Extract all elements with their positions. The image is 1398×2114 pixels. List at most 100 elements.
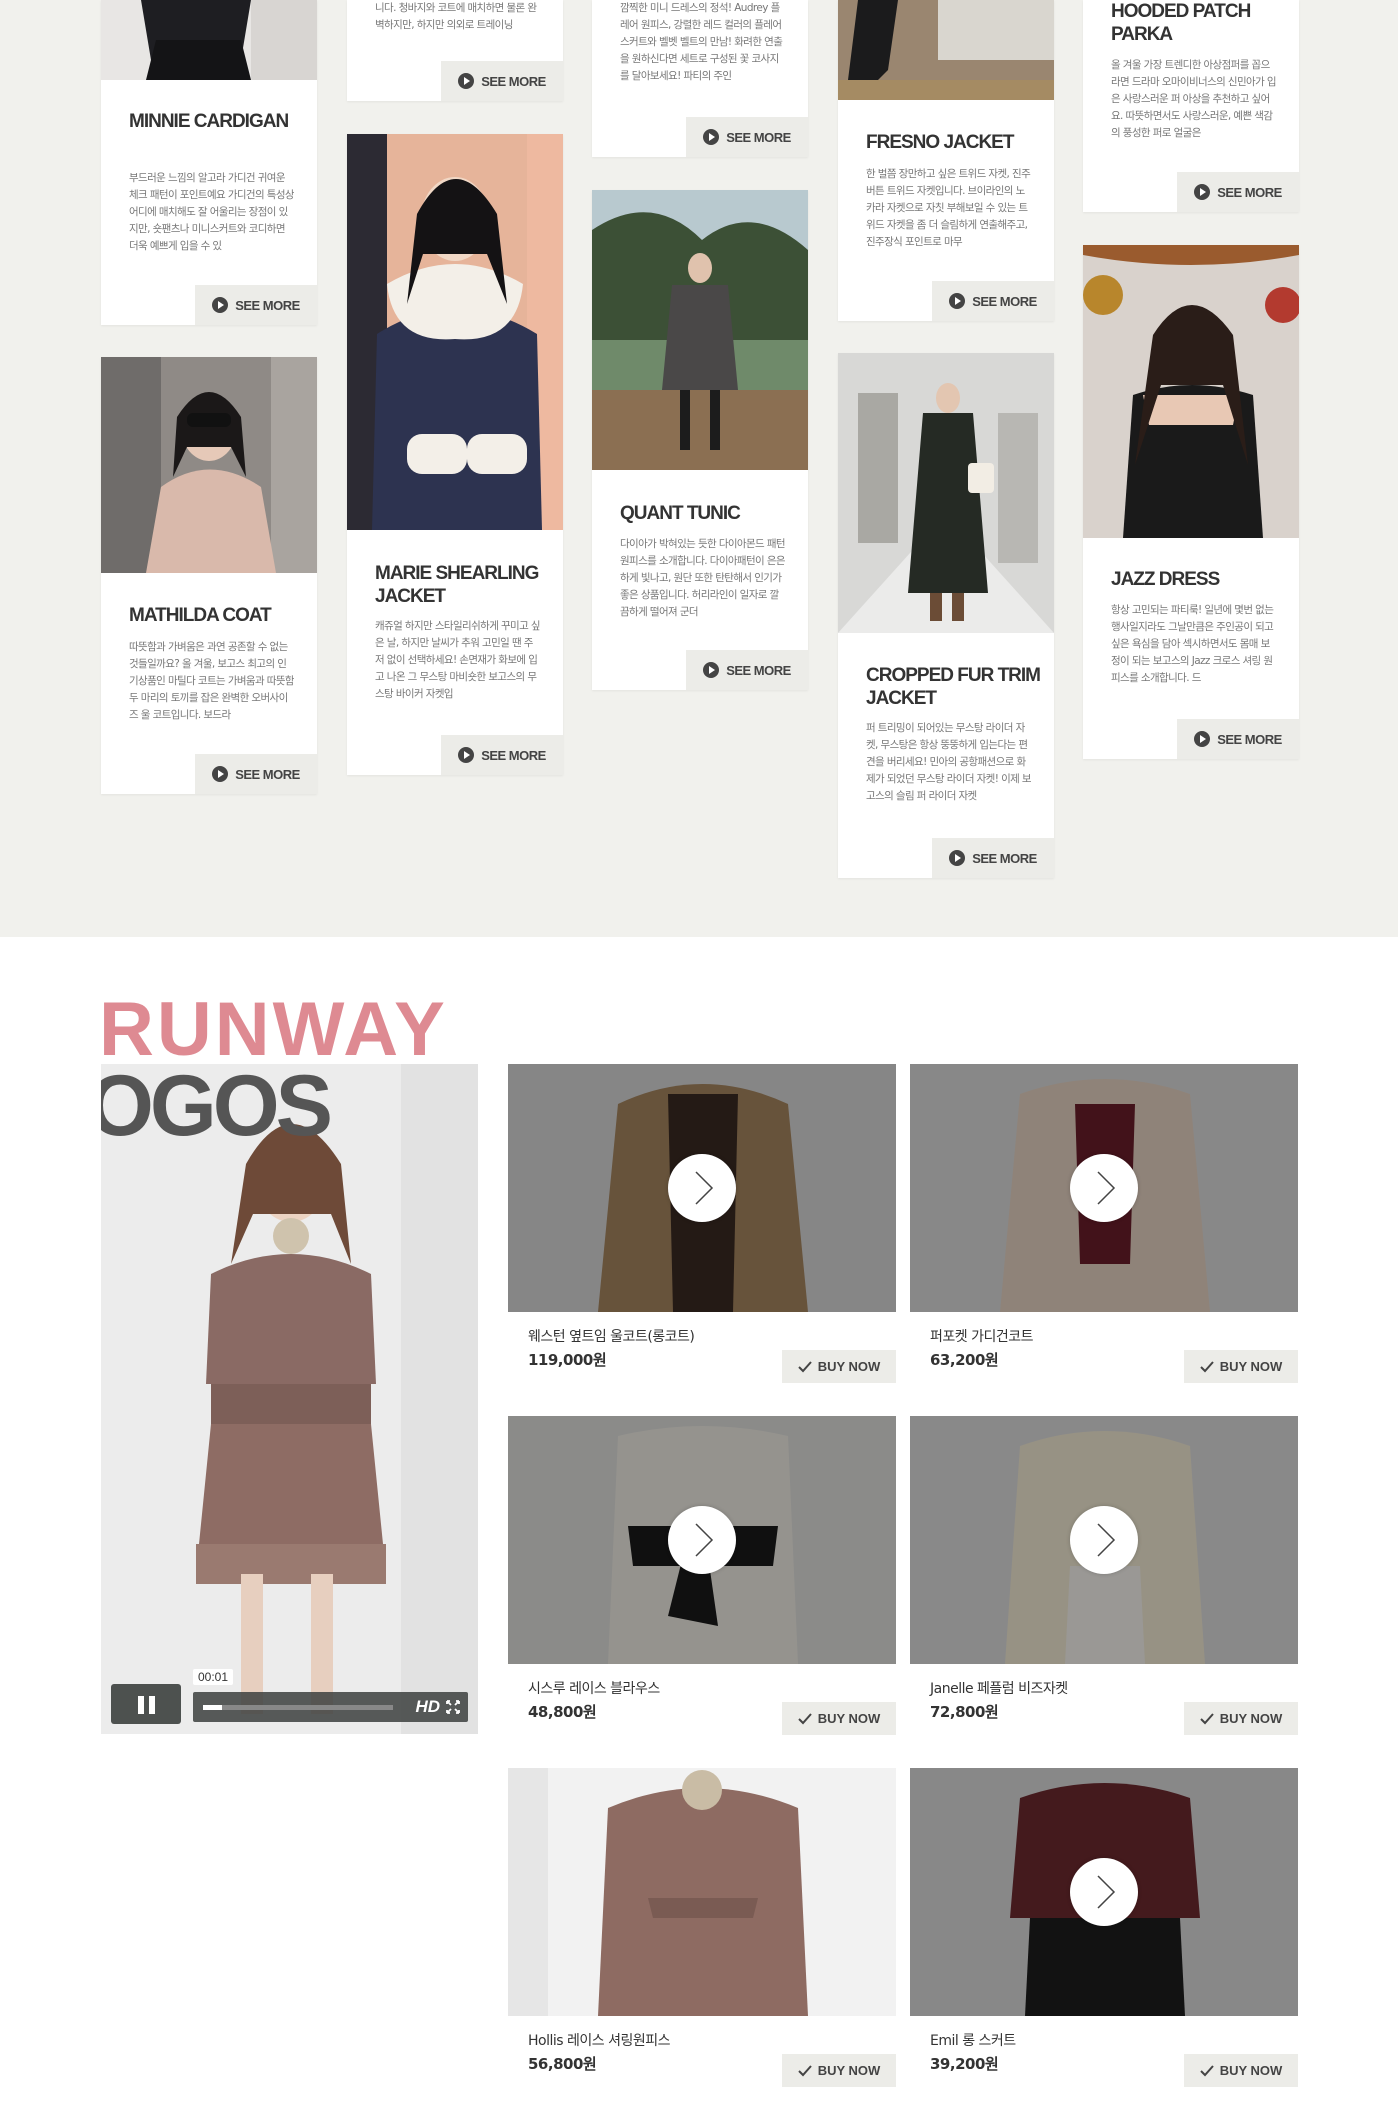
- check-icon: [797, 1712, 812, 1724]
- see-more-button[interactable]: SEE MORE: [195, 285, 317, 325]
- product-name[interactable]: Hollis 레이스 셔링원피스: [528, 2030, 671, 2050]
- chevron-right-icon: [1097, 1875, 1116, 1909]
- video-play-button[interactable]: [1070, 1154, 1138, 1222]
- lookbook-card-title: MATHILDA COAT: [129, 605, 272, 626]
- product-card[interactable]: 시스루 레이스 블라우스 48,800원 BUY NOW: [508, 1416, 896, 1751]
- lookbook-card-title: JAZZ DRESS: [1111, 569, 1220, 590]
- video-controls: 00:01 HD: [111, 1669, 468, 1724]
- chevron-right-icon: [695, 1171, 714, 1205]
- product-image[interactable]: [910, 1064, 1298, 1312]
- pause-button[interactable]: [111, 1684, 181, 1724]
- play-circle-icon: [949, 850, 966, 866]
- runway-title: RUNWAY: [99, 987, 448, 1072]
- lookbook-card-desc: 다이아가 박혀있는 듯한 다이아몬드 패턴 원피스를 소개합니다. 다이아패턴이…: [620, 538, 785, 618]
- see-more-button[interactable]: SEE MORE: [932, 838, 1054, 878]
- seek-progress: [203, 1705, 222, 1710]
- product-name[interactable]: Emil 롱 스커트: [930, 2030, 1016, 2050]
- lookbook-card-quant-tunic: QUANT TUNIC 다이아가 박혀있는 듯한 다이아몬드 패턴 원피스를 소…: [592, 190, 808, 690]
- product-price: 48,800원: [528, 1703, 597, 1721]
- product-price: 72,800원: [930, 1703, 999, 1721]
- lookbook-photo: [592, 190, 808, 470]
- lookbook-card-jazz-dress: JAZZ DRESS 항상 고민되는 파티룩! 일년에 몇번 없는 행사일지라도…: [1083, 245, 1299, 759]
- lookbook-card-desc: 캐쥬얼 하지만 스타일리쉬하게 꾸미고 싶은 날, 하지만 날씨가 추워 고민일…: [375, 620, 540, 700]
- lookbook-photo: [101, 0, 317, 80]
- lookbook-card-audrey: 깜찍한 미니 드레스의 정석! Audrey 플레어 원피스, 강렬한 레드 컬…: [592, 0, 808, 157]
- video-time: 00:01: [193, 1669, 234, 1685]
- video-play-button[interactable]: [668, 1154, 736, 1222]
- lookbook-card-title: HOODED PATCH PARKA: [1111, 1, 1251, 45]
- video-play-button[interactable]: [668, 1506, 736, 1574]
- lookbook-photo: [347, 134, 563, 530]
- lookbook-card-title: MINNIE CARDIGAN: [129, 111, 289, 132]
- product-card[interactable]: 웨스턴 옆트임 울코트(롱코트) 119,000원 BUY NOW: [508, 1064, 896, 1399]
- product-name[interactable]: 시스루 레이스 블라우스: [528, 1678, 660, 1698]
- video-play-button[interactable]: [1070, 1858, 1138, 1926]
- lookbook-photo: [101, 357, 317, 573]
- chevron-right-icon: [1097, 1523, 1116, 1557]
- buy-now-button[interactable]: BUY NOW: [1184, 1350, 1298, 1383]
- lookbook-card-title: FRESNO JACKET: [866, 132, 1014, 153]
- product-price: 119,000원: [528, 1351, 607, 1369]
- lookbook-photo: [838, 0, 1054, 100]
- product-image[interactable]: [910, 1768, 1298, 2016]
- product-card[interactable]: 퍼포켓 가디건코트 63,200원 BUY NOW: [910, 1064, 1298, 1399]
- buy-now-button[interactable]: BUY NOW: [782, 1702, 896, 1735]
- check-icon: [797, 1360, 812, 1372]
- product-card[interactable]: Emil 롱 스커트 39,200원 BUY NOW: [910, 1768, 1298, 2103]
- see-more-button[interactable]: SEE MORE: [686, 650, 808, 690]
- product-card[interactable]: Hollis 레이스 셔링원피스 56,800원 BUY NOW: [508, 1768, 896, 2103]
- check-icon: [1199, 1712, 1214, 1724]
- video-play-button[interactable]: [1070, 1506, 1138, 1574]
- product-card[interactable]: Janelle 페플럼 비즈자켓 72,800원 BUY NOW: [910, 1416, 1298, 1751]
- see-more-button[interactable]: SEE MORE: [1177, 172, 1299, 212]
- buy-now-button[interactable]: BUY NOW: [1184, 1702, 1298, 1735]
- product-image[interactable]: [508, 1064, 896, 1312]
- play-circle-icon: [949, 293, 966, 309]
- see-more-button[interactable]: SEE MORE: [441, 61, 563, 101]
- buy-now-button[interactable]: BUY NOW: [1184, 2054, 1298, 2087]
- lookbook-card-desc: 올 겨울 가장 트렌디한 아상점퍼를 꼽으라면 드라마 오마이비너스의 신민아가…: [1111, 59, 1276, 139]
- lookbook-card-desc: 깜찍한 미니 드레스의 정석! Audrey 플레어 원피스, 강렬한 레드 컬…: [620, 2, 783, 82]
- product-price: 63,200원: [930, 1351, 999, 1369]
- product-price: 56,800원: [528, 2055, 597, 2073]
- product-image[interactable]: [910, 1416, 1298, 1664]
- check-icon: [1199, 1360, 1214, 1372]
- chevron-right-icon: [695, 1523, 714, 1557]
- product-name[interactable]: 웨스턴 옆트임 울코트(롱코트): [528, 1326, 695, 1346]
- lookbook-card-partial-top: 니다. 청바지와 코트에 매치하면 물론 완벽하지만, 하지만 의외로 트레이닝…: [347, 0, 563, 101]
- lookbook-card-desc: 퍼 트리밍이 되어있는 무스탕 라이더 자켓, 무스탕은 항상 뚱뚱하게 입는다…: [866, 722, 1031, 802]
- lookbook-card-title: QUANT TUNIC: [620, 503, 741, 524]
- video-seekbar[interactable]: HD: [193, 1692, 468, 1722]
- see-more-button[interactable]: SEE MORE: [441, 735, 563, 775]
- lookbook-card-desc: 항상 고민되는 파티룩! 일년에 몇번 없는 행사일지라도 그날만큼은 주인공이…: [1111, 604, 1274, 684]
- product-image[interactable]: [508, 1768, 896, 2016]
- see-more-button[interactable]: SEE MORE: [686, 117, 808, 157]
- see-more-button[interactable]: SEE MORE: [932, 281, 1054, 321]
- lookbook-card-desc: 부드러운 느낌의 알고라 가디건 귀여운 체크 패턴이 포인트예요 가디건의 특…: [129, 172, 294, 252]
- lookbook-card-desc: 니다. 청바지와 코트에 매치하면 물론 완벽하지만, 하지만 의외로 트레이닝: [375, 2, 537, 31]
- chevron-right-icon: [1097, 1171, 1116, 1205]
- lookbook-card-minnie-cardigan: MINNIE CARDIGAN 부드러운 느낌의 알고라 가디건 귀여운 체크 …: [101, 0, 317, 325]
- hd-quality-button[interactable]: HD: [415, 1697, 440, 1717]
- play-circle-icon: [703, 662, 720, 678]
- seek-track: [203, 1705, 393, 1710]
- product-name[interactable]: 퍼포켓 가디건코트: [930, 1326, 1034, 1346]
- fullscreen-icon[interactable]: [446, 1700, 460, 1714]
- lookbook-card-title: CROPPED FUR TRIM JACKET: [866, 665, 1041, 709]
- video-frame: [101, 1064, 478, 1734]
- product-image[interactable]: [508, 1416, 896, 1664]
- see-more-button[interactable]: SEE MORE: [1177, 719, 1299, 759]
- buy-now-button[interactable]: BUY NOW: [782, 2054, 896, 2087]
- lookbook-photo: [838, 353, 1054, 633]
- play-circle-icon: [212, 766, 229, 782]
- runway-video-player[interactable]: OGOS 00:01 HD: [101, 1064, 478, 1734]
- check-icon: [1199, 2064, 1214, 2076]
- product-name[interactable]: Janelle 페플럼 비즈자켓: [930, 1678, 1068, 1698]
- play-circle-icon: [458, 747, 475, 763]
- check-icon: [797, 2064, 812, 2076]
- see-more-button[interactable]: SEE MORE: [195, 754, 317, 794]
- buy-now-button[interactable]: BUY NOW: [782, 1350, 896, 1383]
- play-circle-icon: [212, 297, 229, 313]
- play-circle-icon: [458, 73, 475, 89]
- lookbook-card-mathilda-coat: MATHILDA COAT 따뜻함과 가벼움은 과연 공존할 수 없는 것들일까…: [101, 357, 317, 794]
